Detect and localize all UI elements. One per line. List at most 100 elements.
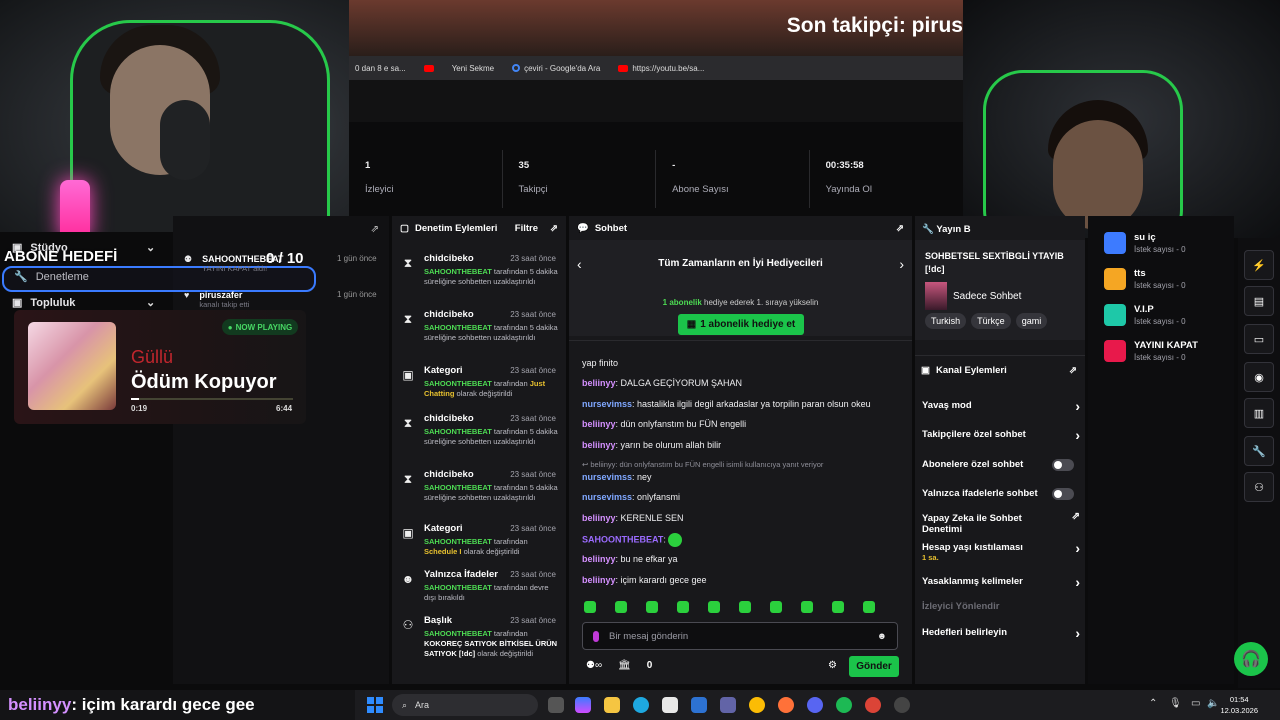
spotify-icon[interactable] <box>836 697 852 713</box>
mod-action-item[interactable]: ⧗ chidcibeko 23 saat önce SAHOONTHEBEAT tar… <box>392 306 566 352</box>
channel-action-item[interactable]: Takipçilere özel sohbet › <box>922 427 1080 443</box>
popout-icon[interactable]: ⇗ <box>550 223 558 234</box>
emote-icon[interactable] <box>739 601 751 613</box>
channel-action-item[interactable]: Yalnızca ifadelerle sohbet <box>922 488 1080 500</box>
mic-icon[interactable] <box>593 630 599 642</box>
popout-icon[interactable]: ⇗ <box>371 224 379 235</box>
chevron-up-icon[interactable]: ⌃ <box>1149 698 1157 709</box>
chat-input[interactable]: Bir mesaj gönderin ☻ <box>582 622 898 650</box>
gift-sub-button[interactable]: ▦ 1 abonelik hediye et <box>678 314 804 335</box>
mod-action-time: 23 saat önce <box>510 310 556 319</box>
sidebar-item-moderation[interactable]: 🔧 Denetleme <box>14 270 89 284</box>
tag[interactable]: Türkçe <box>971 313 1011 329</box>
flash-icon[interactable]: ⚡ <box>1244 250 1274 280</box>
bookmark[interactable]: çeviri - Google'da Ara <box>512 64 600 73</box>
emote-icon[interactable] <box>646 601 658 613</box>
progress-bar <box>131 398 293 400</box>
edge-icon[interactable] <box>633 697 649 713</box>
mod-action-item[interactable]: ⚇ Başlık 23 saat önce SAHOONTHEBEAT tarafın… <box>392 612 566 662</box>
sub-goal-title: ABONE HEDEFİ <box>4 248 118 265</box>
points-icon[interactable]: 🏛 <box>618 660 631 671</box>
mod-action-item[interactable]: ▣ Kategori 23 saat önce SAHOONTHEBEAT taraf… <box>392 520 566 566</box>
wrench-icon: 🔧 <box>14 271 28 283</box>
channel-action-item[interactable]: Hesap yaşı kıstılaması 1 sa. › <box>922 540 1080 562</box>
quick-actions: ⚡ ▤ ▭ ◉ ▥ 🔧 ⚇ <box>1238 238 1280 688</box>
bookmark[interactable]: https://youtu.be/sa... <box>618 64 704 73</box>
chrome-icon[interactable] <box>749 697 765 713</box>
settings-icon[interactable]: ⚙ <box>828 660 837 671</box>
mod-action-item[interactable]: ⧗ chidcibeko 23 saat önce SAHOONTHEBEAT tar… <box>392 410 566 456</box>
chat-username: beliinyy <box>582 554 616 564</box>
overlay-username: beliinyy <box>8 695 72 714</box>
channel-action-item[interactable]: Yasaklanmış kelimeler › <box>922 574 1080 590</box>
emote-icon[interactable] <box>708 601 720 613</box>
channel-reward[interactable]: V.I.P İstek sayısı - 0 <box>1104 304 1186 326</box>
channel-reward[interactable]: su iç İstek sayısı - 0 <box>1104 232 1186 254</box>
toggle-switch[interactable] <box>1052 488 1074 500</box>
mod-action-time: 23 saat önce <box>510 570 556 579</box>
firefox-icon[interactable] <box>778 697 794 713</box>
emote-icon <box>668 533 683 547</box>
sidebar-item-community[interactable]: ▣ Topluluk ⌄ <box>12 296 155 310</box>
channel-reward[interactable]: YAYINI KAPAT İstek sayısı - 0 <box>1104 340 1198 362</box>
bookmark[interactable]: 0 dan 8 e sa... <box>355 64 406 73</box>
mic-tray-icon[interactable]: 🎙 <box>1169 698 1182 709</box>
emote-icon[interactable] <box>801 601 813 613</box>
taskview-icon[interactable] <box>548 697 564 713</box>
broadcast-icon[interactable]: ◉ <box>1244 362 1274 392</box>
bookmark[interactable] <box>423 64 434 72</box>
notes-icon[interactable]: ▤ <box>1244 286 1274 316</box>
chrome-profile-icon[interactable] <box>865 697 881 713</box>
hourglass-icon: ⧗ <box>403 312 413 326</box>
volume-icon[interactable]: 🔈 <box>1207 698 1219 709</box>
wrench-icon[interactable]: 🔧 <box>1244 436 1274 466</box>
bookmark[interactable]: Yeni Sekme <box>452 64 494 73</box>
store-icon[interactable] <box>662 697 678 713</box>
popout-icon[interactable]: ⇗ <box>896 223 904 234</box>
mod-action-item[interactable]: ⧗ chidcibeko 23 saat önce SAHOONTHEBEAT tar… <box>392 466 566 512</box>
chat-message: nursevimss: ney <box>582 472 652 482</box>
send-button[interactable]: Gönder <box>849 656 899 677</box>
category-icon: ▣ <box>402 368 414 382</box>
windows-start-icon[interactable] <box>367 697 383 713</box>
next-arrow-icon[interactable]: › <box>899 256 904 272</box>
layout-icon[interactable]: ▥ <box>1244 398 1274 428</box>
users-icon[interactable]: ⚇ <box>1244 472 1274 502</box>
channel-action-item[interactable]: Abonelere özel sohbet <box>922 459 1080 471</box>
mod-action-item[interactable]: ☻ Yalnızca İfadeler 23 saat önce SAHOONTHEB… <box>392 566 566 612</box>
emote-icon[interactable] <box>863 601 875 613</box>
tag[interactable]: gami <box>1015 313 1048 329</box>
emote-icon[interactable] <box>615 601 627 613</box>
channel-reward[interactable]: tts İstek sayısı - 0 <box>1104 268 1186 290</box>
chat-message: beliinyy: dün onlyfanstım bu FÜN engelli <box>582 419 747 429</box>
mod-action-item[interactable]: ▣ Kategori 23 saat önce SAHOONTHEBEAT taraf… <box>392 362 566 408</box>
emote-icon[interactable] <box>677 601 689 613</box>
emote-icon[interactable] <box>832 601 844 613</box>
outlook-icon[interactable] <box>691 697 707 713</box>
stream-tags: Turkish Türkçe gami <box>925 313 1075 329</box>
mod-action-time: 23 saat önce <box>510 366 556 375</box>
toggle-switch[interactable] <box>1052 459 1074 471</box>
channel-action-item[interactable]: Hedefleri belirleyin › <box>922 625 1080 641</box>
filter-button[interactable]: Filtre <box>515 223 538 234</box>
file-explorer-icon[interactable] <box>604 697 620 713</box>
chat-bubble-icon[interactable]: ▭ <box>1244 324 1274 354</box>
emoji-icon[interactable]: ☻ <box>877 631 887 642</box>
emote-icon[interactable] <box>584 601 596 613</box>
discord-icon[interactable] <box>807 697 823 713</box>
obs-icon[interactable] <box>894 697 910 713</box>
chat-overlay: beliinyy : içim karardı gece gee <box>0 690 355 720</box>
channel-action-item[interactable]: Yavaş mod › <box>922 398 1080 414</box>
help-button[interactable]: 🎧 <box>1234 642 1268 676</box>
teams-icon[interactable] <box>720 697 736 713</box>
taskbar-search[interactable]: ⌕ Ara <box>392 694 538 716</box>
network-icon[interactable]: ▭ <box>1191 698 1200 709</box>
copilot-icon[interactable] <box>575 697 591 713</box>
mod-action-item[interactable]: ⧗ chidcibeko 23 saat önce SAHOONTHEBEAT tar… <box>392 250 566 296</box>
channel-action-item[interactable]: Yapay Zeka ile Sohbet Denetimi ⇗ <box>922 511 1080 535</box>
popout-icon[interactable]: ⇗ <box>1069 365 1077 376</box>
taskbar-clock[interactable]: 01:54 12.03.2026 <box>1220 694 1258 716</box>
emote-icon[interactable] <box>770 601 782 613</box>
chat-message: beliinyy: KERENLE SEN <box>582 513 684 523</box>
tag[interactable]: Turkish <box>925 313 967 329</box>
